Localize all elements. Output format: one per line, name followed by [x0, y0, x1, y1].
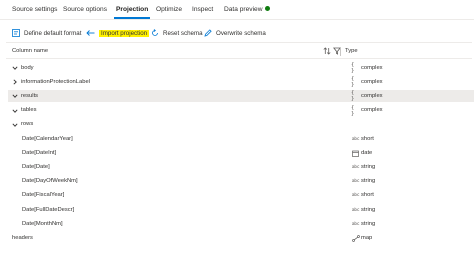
column-name: Date[DateInt] [22, 149, 57, 156]
column-type: short [361, 192, 374, 199]
map-icon [351, 234, 360, 242]
chevron-down-icon[interactable] [12, 65, 18, 71]
schema-row[interactable]: Date[Date] abc string [8, 161, 474, 173]
import-arrow-icon [86, 30, 95, 36]
toolbar-divider [6, 42, 472, 43]
braces-icon: { } [351, 62, 355, 74]
tab-data-preview-label: Data preview [224, 6, 263, 13]
header-actions [323, 47, 341, 55]
schema-row[interactable]: Date[CalendarYear] abc short [8, 133, 474, 145]
tab-bar: Source settings Source options Projectio… [0, 0, 474, 22]
chevron-down-icon[interactable] [12, 122, 18, 128]
abc-icon: abc [351, 207, 360, 213]
format-icon [12, 29, 20, 37]
status-dot-icon [265, 6, 271, 12]
column-type: string [361, 206, 376, 213]
column-name-header: Column name [12, 48, 49, 54]
tab-optimize[interactable]: Optimize [156, 6, 182, 13]
projection-toolbar: Define default format Import projection … [0, 26, 474, 40]
overwrite-schema-button[interactable]: Overwrite schema [204, 26, 266, 40]
column-name: Date[FullDateDescr] [22, 206, 75, 213]
column-name: Date[FiscalYear] [22, 192, 65, 199]
abc-icon: abc [351, 179, 360, 185]
column-type: string [361, 178, 376, 185]
column-type: complex [361, 78, 383, 85]
import-projection-button[interactable]: Import projection [86, 26, 150, 40]
sort-icon[interactable] [323, 47, 331, 55]
reset-icon [152, 29, 158, 36]
column-name: Date[DayOfWeekNm] [22, 178, 78, 185]
column-type: short [361, 135, 374, 142]
schema-row[interactable]: Date[DateInt] date [8, 147, 474, 159]
reset-schema-label: Reset schema [163, 29, 203, 37]
column-name: headers [12, 234, 33, 241]
schema-row[interactable]: results { } complex [8, 90, 474, 103]
header-divider [6, 58, 472, 59]
schema-row[interactable]: Date[DayOfWeekNm] abc string [8, 176, 474, 188]
braces-icon: { } [351, 104, 355, 117]
edit-pencil-icon [204, 29, 212, 37]
column-type: string [361, 220, 376, 227]
schema-row[interactable]: Date[FullDateDescr] abc string [8, 204, 474, 216]
chevron-right-icon[interactable] [12, 79, 18, 85]
column-name: results [21, 92, 39, 99]
import-projection-label: Import projection [99, 29, 150, 37]
tab-projection[interactable]: Projection [116, 6, 148, 13]
abc-icon: abc [351, 193, 360, 199]
column-name: rows [21, 121, 34, 128]
column-type: string [361, 163, 376, 170]
define-default-format-button[interactable]: Define default format [12, 26, 81, 40]
schema-row[interactable]: body { } complex [8, 62, 474, 74]
schema-row[interactable]: Date[MonthNm] abc string [8, 218, 474, 230]
overwrite-schema-label: Overwrite schema [216, 29, 266, 37]
tab-inspect[interactable]: Inspect [192, 6, 213, 13]
column-name: tables [21, 107, 37, 114]
braces-icon: { } [351, 76, 355, 89]
columns-header: Column name Type [0, 46, 474, 58]
chevron-down-icon[interactable] [12, 108, 18, 114]
chevron-down-icon[interactable] [12, 93, 18, 99]
column-type: date [361, 149, 373, 156]
tab-source-options[interactable]: Source options [63, 6, 107, 13]
define-default-format-label: Define default format [24, 29, 82, 37]
tab-data-preview[interactable]: Data preview [224, 6, 271, 13]
column-type: map [361, 234, 373, 241]
tab-source-settings[interactable]: Source settings [12, 6, 57, 13]
tabs-divider [0, 19, 474, 20]
type-header: Type [345, 48, 358, 54]
column-name: body [21, 64, 34, 71]
braces-icon: { } [351, 90, 355, 103]
calendar-icon [351, 149, 360, 157]
column-name: informationProtectionLabel [21, 78, 90, 85]
column-type: complex [361, 92, 383, 99]
abc-icon: abc [351, 164, 360, 170]
column-separator [340, 48, 341, 56]
schema-row[interactable]: headers map [8, 232, 474, 244]
reset-schema-button[interactable]: Reset schema [151, 26, 203, 40]
abc-icon: abc [351, 221, 360, 227]
column-name: Date[MonthNm] [22, 220, 63, 227]
column-name: Date[CalendarYear] [22, 135, 73, 142]
column-type: complex [361, 64, 383, 71]
schema-row[interactable]: Date[FiscalYear] abc short [8, 190, 474, 202]
column-name: Date[Date] [22, 163, 50, 170]
column-type: complex [361, 107, 383, 114]
abc-icon: abc [351, 136, 360, 142]
schema-row[interactable]: rows [8, 119, 474, 131]
schema-row[interactable]: informationProtectionLabel { } complex [8, 76, 474, 88]
schema-row[interactable]: tables { } complex [8, 105, 474, 117]
